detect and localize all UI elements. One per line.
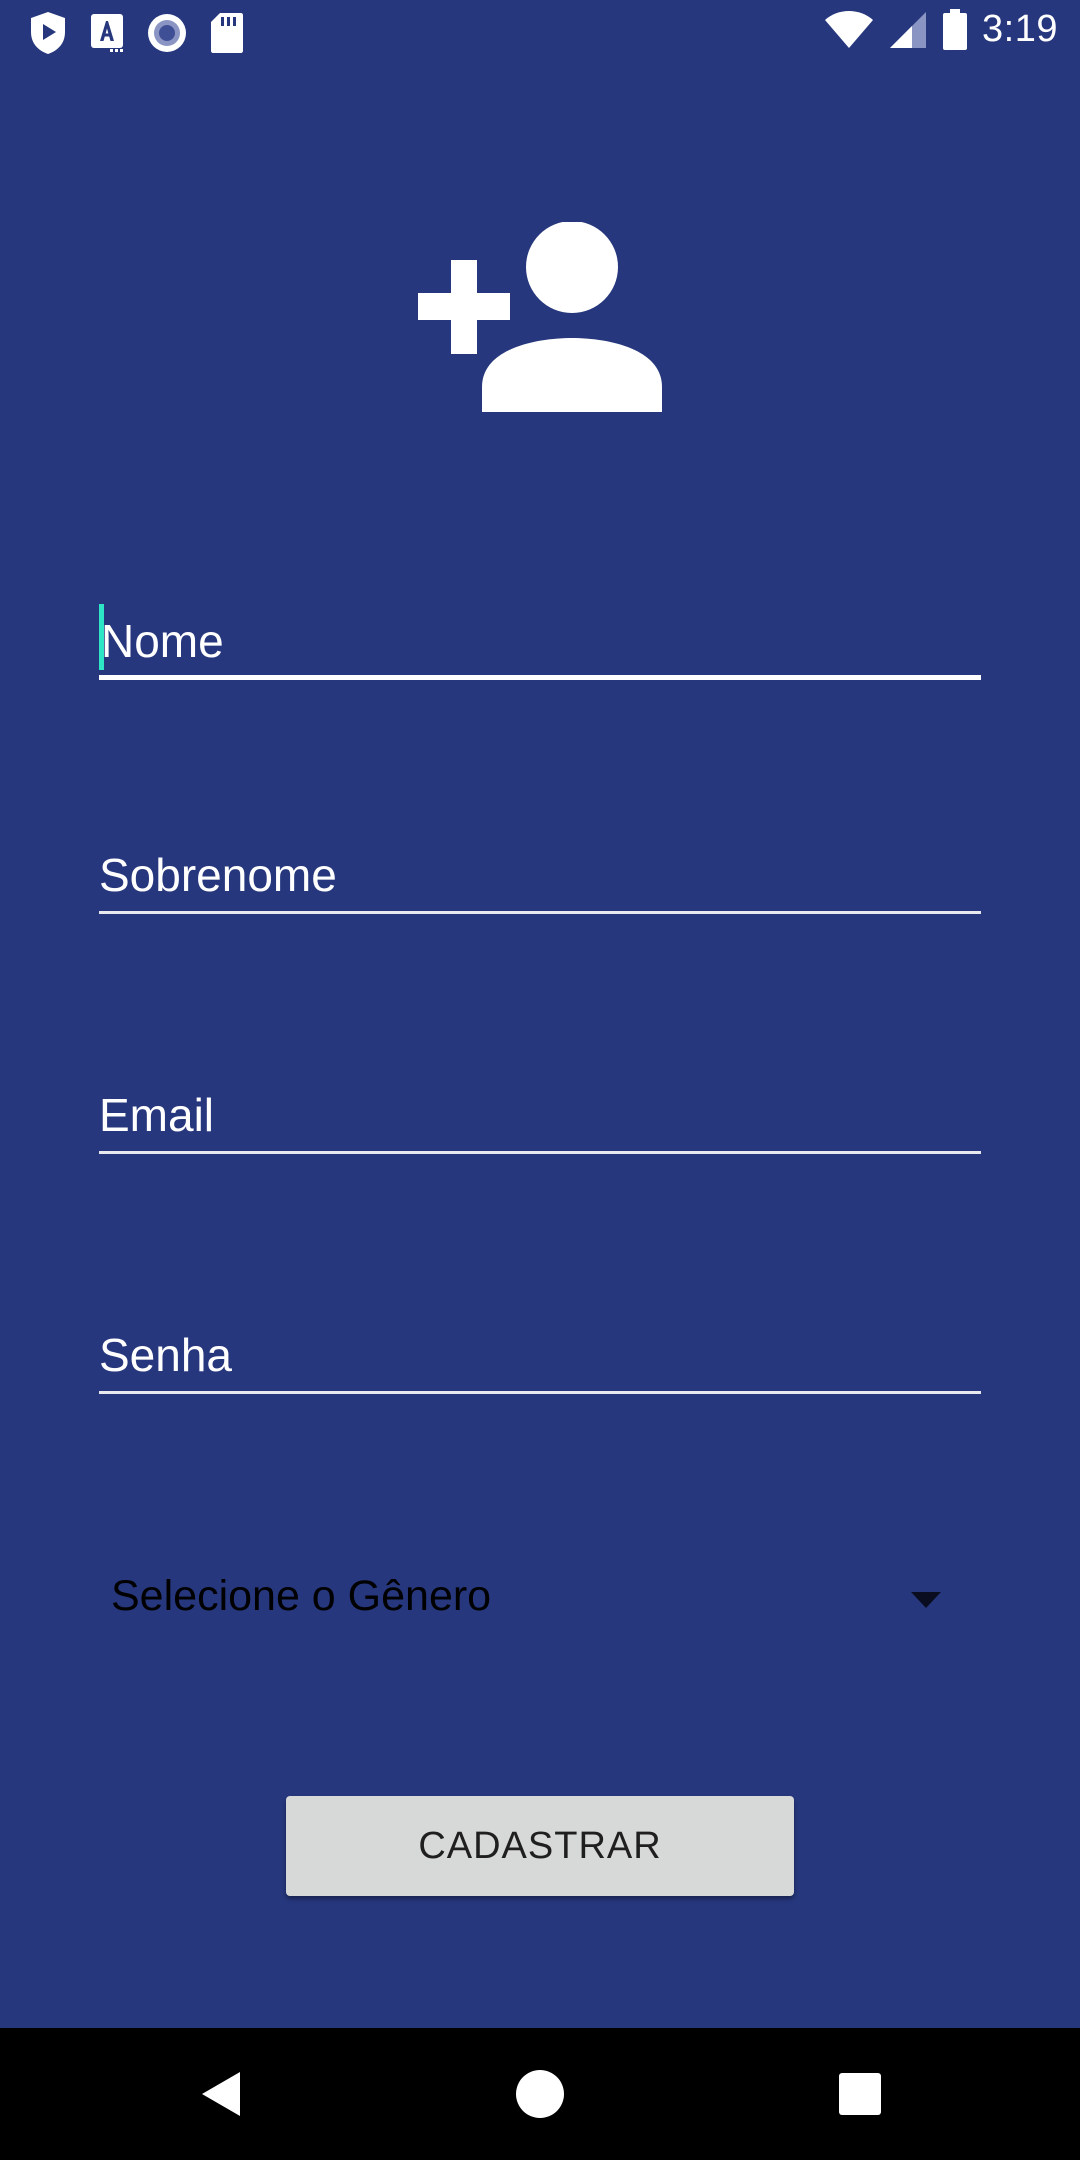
notification-icons bbox=[28, 10, 244, 56]
password-placeholder: Senha bbox=[99, 1329, 233, 1381]
surname-underline bbox=[99, 911, 981, 914]
back-icon[interactable] bbox=[190, 2064, 250, 2124]
surname-placeholder: Sobrenome bbox=[99, 849, 337, 901]
dropdown-arrow-icon bbox=[911, 1592, 941, 1608]
name-placeholder: Nome bbox=[101, 615, 224, 667]
recents-icon[interactable] bbox=[830, 2064, 890, 2124]
record-icon bbox=[148, 14, 186, 52]
add-person-icon bbox=[418, 222, 662, 412]
home-icon[interactable] bbox=[510, 2064, 570, 2124]
gender-selected-value: Selecione o Gênero bbox=[111, 1572, 492, 1620]
email-field[interactable]: Email bbox=[99, 1074, 981, 1154]
name-underline bbox=[99, 675, 981, 680]
signal-icon bbox=[890, 11, 927, 48]
navigation-bar bbox=[0, 2028, 1080, 2160]
play-protect-icon bbox=[31, 12, 65, 54]
email-placeholder: Email bbox=[99, 1089, 215, 1141]
password-underline bbox=[99, 1391, 981, 1394]
name-field[interactable]: Nome bbox=[99, 600, 981, 680]
status-bar: 3:19 bbox=[0, 0, 1080, 66]
gender-select[interactable]: Selecione o Gênero bbox=[99, 1560, 981, 1640]
system-icons: 3:19 bbox=[824, 8, 1058, 51]
surname-field[interactable]: Sobrenome bbox=[99, 834, 981, 914]
translate-icon bbox=[91, 14, 123, 52]
clock: 3:19 bbox=[982, 8, 1058, 50]
password-field[interactable]: Senha bbox=[99, 1314, 981, 1394]
battery-icon bbox=[943, 8, 968, 50]
wifi-icon bbox=[825, 10, 874, 48]
register-button[interactable]: CADASTRAR bbox=[286, 1796, 794, 1896]
sd-card-icon bbox=[211, 13, 243, 53]
email-underline bbox=[99, 1151, 981, 1154]
